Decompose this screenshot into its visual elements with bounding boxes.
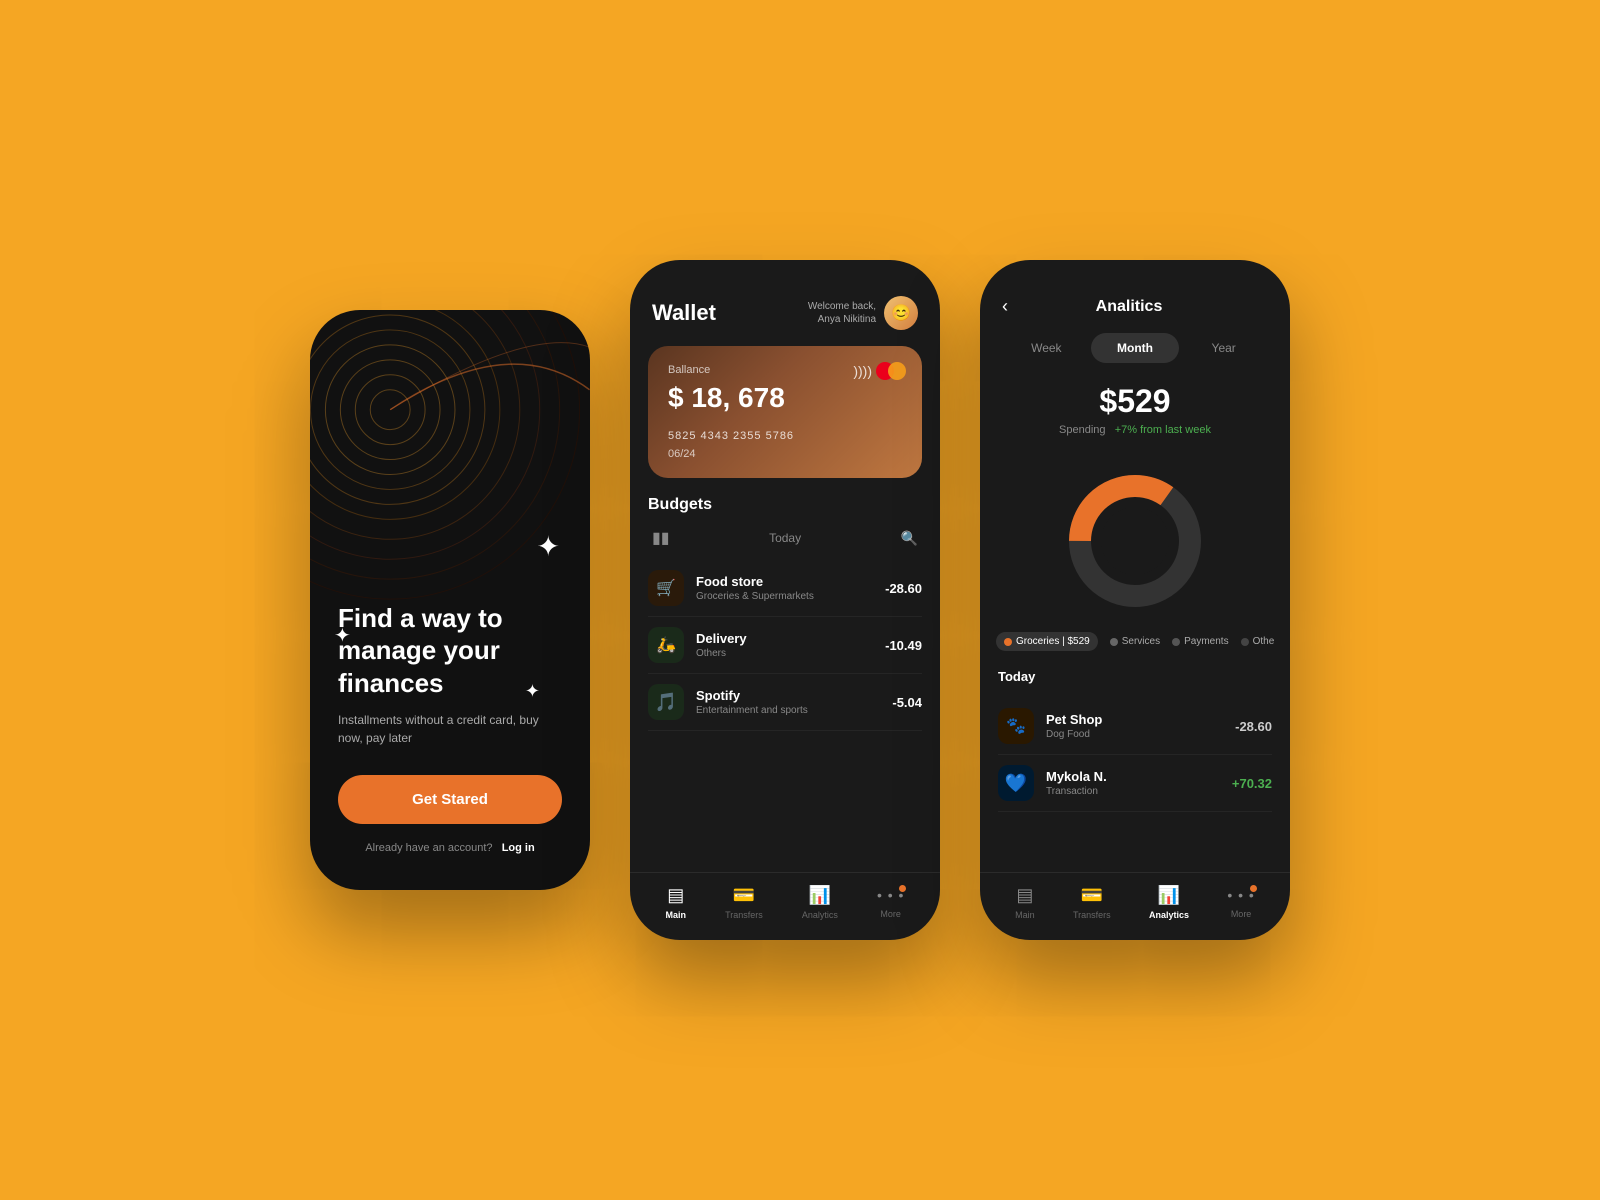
- login-prompt-row: Already have an account? Log in: [338, 842, 562, 854]
- phone-analytics: ‹ Analitics Week Month Year $529 Spendin…: [980, 260, 1290, 940]
- back-button[interactable]: ‹: [1002, 296, 1008, 317]
- week-tab[interactable]: Week: [1002, 333, 1091, 363]
- bottom-navigation: ▤ Main 💳 Transfers 📊 Analytics • • •: [630, 872, 940, 940]
- budgets-title: Budgets: [648, 496, 922, 514]
- transaction-item[interactable]: 🛒 Food store Groceries & Supermarkets -2…: [648, 560, 922, 617]
- month-tab[interactable]: Month: [1091, 333, 1180, 363]
- phone-onboarding: ✦ ✦ ✦ Find a way to manage your finances…: [310, 310, 590, 890]
- analytics-nav-analytics[interactable]: 📊 Analytics: [1149, 885, 1189, 920]
- login-link[interactable]: Log in: [502, 842, 535, 854]
- get-started-button[interactable]: Get Stared: [338, 775, 562, 824]
- transaction-item[interactable]: 🎵 Spotify Entertainment and sports -5.04: [648, 674, 922, 731]
- today-section: Today 🐾 Pet Shop Dog Food -28.60 💙 Mykol…: [980, 669, 1290, 872]
- spending-subtitle: Spending +7% from last week: [980, 424, 1290, 436]
- delivery-details: Delivery Others: [696, 631, 885, 659]
- legend-dot-services: [1110, 638, 1118, 646]
- nav-transfers[interactable]: 💳 Transfers: [725, 885, 763, 920]
- legend-dot-other: [1241, 638, 1249, 646]
- wallet-title: Wallet: [652, 300, 716, 326]
- card-balance: $ 18, 678: [668, 382, 902, 414]
- transfers-nav-icon: 💳: [733, 885, 755, 906]
- today-heading: Today: [998, 669, 1272, 684]
- more-badge: [899, 885, 906, 892]
- transfers-nav-label: Transfers: [725, 910, 763, 920]
- bar-chart-icon: ▮▮: [652, 528, 670, 548]
- spotify-details: Spotify Entertainment and sports: [696, 688, 892, 716]
- legend-groceries[interactable]: Groceries | $529: [996, 632, 1098, 651]
- card-expiry: 06/24: [668, 448, 902, 460]
- onboarding-content: Find a way to manage your finances Insta…: [338, 602, 562, 855]
- contactless-icon: )))): [853, 363, 872, 379]
- analytics-bottom-navigation: ▤ Main 💳 Transfers 📊 Analytics • • •: [980, 872, 1290, 940]
- wallet-header: Wallet Welcome back, Anya Nikitina 😊: [630, 260, 940, 346]
- more-badge-3: [1250, 885, 1257, 892]
- onboarding-subtitle: Installments without a credit card, buy …: [338, 711, 562, 747]
- mykola-amount: +70.32: [1232, 776, 1272, 791]
- pet-shop-details: Pet Shop Dog Food: [1046, 712, 1235, 740]
- spotify-icon: 🎵: [648, 684, 684, 720]
- pet-shop-icon: 🐾: [998, 708, 1034, 744]
- main-nav-icon: ▤: [667, 885, 684, 906]
- food-store-icon: 🛒: [648, 570, 684, 606]
- transaction-item[interactable]: 🛵 Delivery Others -10.49: [648, 617, 922, 674]
- star-icon-1: ✦: [537, 530, 560, 563]
- pet-shop-amount: -28.60: [1235, 719, 1272, 734]
- card-icons: )))): [853, 362, 906, 380]
- spotify-amount: -5.04: [892, 695, 922, 710]
- mykola-icon: 💙: [998, 765, 1034, 801]
- card-number: 5825 4343 2355 5786: [668, 430, 902, 442]
- legend-dot-payments: [1172, 638, 1180, 646]
- legend-services[interactable]: Services: [1110, 636, 1160, 647]
- today-label: Today: [769, 531, 801, 545]
- phone-wallet: Wallet Welcome back, Anya Nikitina 😊 )))…: [630, 260, 940, 940]
- analytics-transaction-mykola[interactable]: 💙 Mykola N. Transaction +70.32: [998, 755, 1272, 812]
- search-icon[interactable]: 🔍: [901, 530, 918, 547]
- analytics-nav-label: Analytics: [802, 910, 838, 920]
- analytics-nav-icon: 📊: [809, 885, 831, 906]
- transfers-nav-icon-3: 💳: [1081, 885, 1103, 906]
- analytics-nav-label-3: Analytics: [1149, 910, 1189, 920]
- transfers-nav-label-3: Transfers: [1073, 910, 1111, 920]
- donut-chart: [980, 456, 1290, 616]
- more-nav-label-3: More: [1231, 909, 1252, 919]
- onboarding-headline: Find a way to manage your finances: [338, 602, 562, 700]
- legend-dot-groceries: [1004, 638, 1012, 646]
- nav-main[interactable]: ▤ Main: [666, 885, 687, 920]
- spending-amount: $529: [980, 383, 1290, 420]
- avatar: 😊: [884, 296, 918, 330]
- budget-list-header: ▮▮ Today 🔍: [648, 528, 922, 548]
- welcome-text: Welcome back, Anya Nikitina: [808, 300, 876, 326]
- analytics-transaction-pet[interactable]: 🐾 Pet Shop Dog Food -28.60: [998, 698, 1272, 755]
- food-store-amount: -28.60: [885, 581, 922, 596]
- main-nav-label: Main: [666, 910, 687, 920]
- legend-payments[interactable]: Payments: [1172, 636, 1228, 647]
- food-store-details: Food store Groceries & Supermarkets: [696, 574, 885, 602]
- mastercard-icon: [876, 362, 906, 380]
- login-prompt-text: Already have an account?: [365, 842, 492, 854]
- delivery-amount: -10.49: [885, 638, 922, 653]
- nav-analytics[interactable]: 📊 Analytics: [802, 885, 838, 920]
- chart-legend: Groceries | $529 Services Payments Othe: [980, 632, 1290, 651]
- more-nav-label: More: [880, 909, 901, 919]
- budgets-section: Budgets ▮▮ Today 🔍 🛒 Food store Grocerie…: [630, 496, 940, 872]
- analytics-nav-transfers[interactable]: 💳 Transfers: [1073, 885, 1111, 920]
- welcome-area: Welcome back, Anya Nikitina 😊: [808, 296, 918, 330]
- credit-card: )))) Ballance $ 18, 678 5825 4343 2355 5…: [648, 346, 922, 478]
- main-nav-icon-3: ▤: [1016, 885, 1033, 906]
- spiral-background: [310, 310, 590, 629]
- nav-more[interactable]: • • • More: [877, 887, 904, 919]
- year-tab[interactable]: Year: [1179, 333, 1268, 363]
- delivery-icon: 🛵: [648, 627, 684, 663]
- analytics-nav-icon-3: 📊: [1158, 885, 1180, 906]
- phones-container: ✦ ✦ ✦ Find a way to manage your finances…: [310, 260, 1290, 940]
- analytics-nav-main[interactable]: ▤ Main: [1015, 885, 1035, 920]
- period-tabs: Week Month Year: [1002, 333, 1268, 363]
- main-nav-label-3: Main: [1015, 910, 1035, 920]
- analytics-header: ‹ Analitics: [980, 260, 1290, 333]
- mykola-details: Mykola N. Transaction: [1046, 769, 1232, 797]
- legend-other[interactable]: Othe: [1241, 636, 1275, 647]
- analytics-page-title: Analitics: [1018, 298, 1240, 316]
- analytics-nav-more[interactable]: • • • More: [1227, 887, 1254, 919]
